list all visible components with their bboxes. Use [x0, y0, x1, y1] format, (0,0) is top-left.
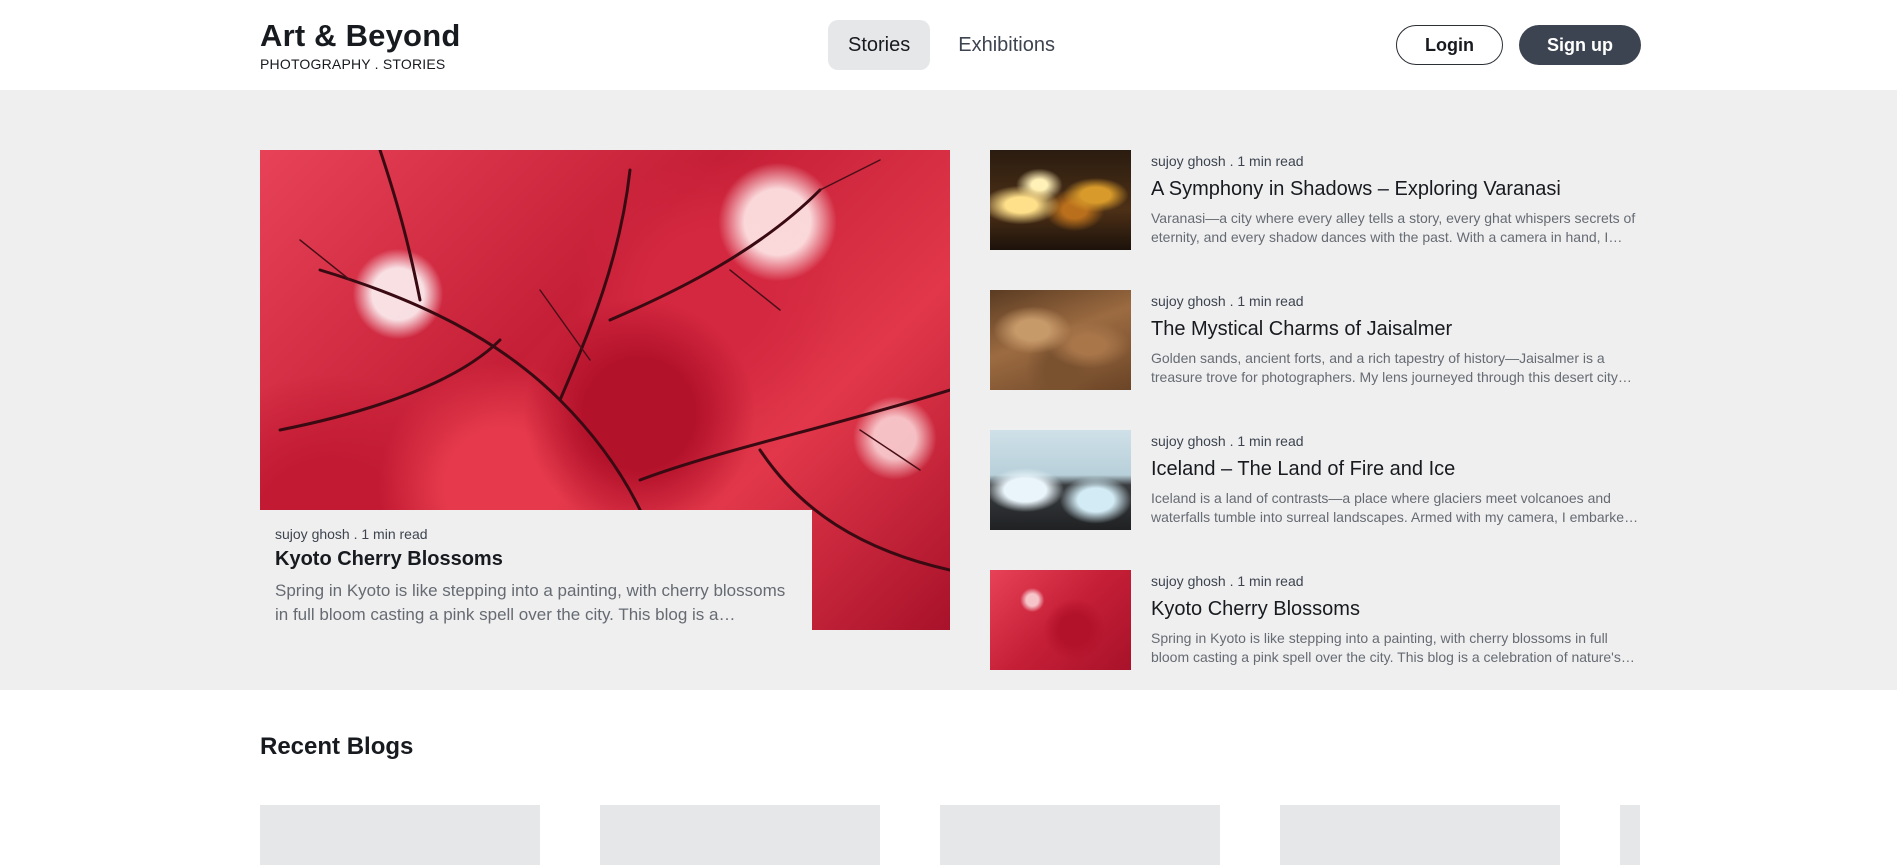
story-excerpt: Spring in Kyoto is like stepping into a …: [1151, 630, 1621, 665]
story-item[interactable]: sujoy ghosh . 1 min read The Mystical Ch…: [990, 290, 1642, 390]
story-body: sujoy ghosh . 1 min read A Symphony in S…: [1151, 153, 1642, 247]
featured-meta: sujoy ghosh . 1 min read: [275, 526, 428, 542]
featured-excerpt: Spring in Kyoto is like stepping into a …: [275, 581, 786, 624]
story-body: sujoy ghosh . 1 min read Iceland – The L…: [1151, 433, 1642, 527]
story-title[interactable]: Kyoto Cherry Blossoms: [1151, 598, 1642, 621]
story-meta: sujoy ghosh . 1 min read: [1151, 433, 1304, 449]
brand-logo[interactable]: Art & Beyond PHOTOGRAPHY . STORIES: [260, 18, 460, 72]
story-meta: sujoy ghosh . 1 min read: [1151, 153, 1304, 169]
recent-blog-card[interactable]: [1620, 805, 1640, 865]
story-item[interactable]: sujoy ghosh . 1 min read A Symphony in S…: [990, 150, 1642, 250]
recent-blog-card[interactable]: [940, 805, 1220, 865]
main-nav: Stories Exhibitions: [828, 20, 1075, 70]
story-meta: sujoy ghosh . 1 min read: [1151, 573, 1304, 589]
tab-exhibitions[interactable]: Exhibitions: [938, 20, 1075, 70]
story-item[interactable]: sujoy ghosh . 1 min read Iceland – The L…: [990, 430, 1642, 530]
story-thumbnail[interactable]: [990, 290, 1131, 390]
story-thumbnail[interactable]: [990, 430, 1131, 530]
login-button[interactable]: Login: [1396, 25, 1503, 65]
brand-title: Art & Beyond: [260, 18, 461, 53]
story-meta: sujoy ghosh . 1 min read: [1151, 293, 1304, 309]
story-item[interactable]: sujoy ghosh . 1 min read Kyoto Cherry Bl…: [990, 570, 1642, 670]
story-body: sujoy ghosh . 1 min read The Mystical Ch…: [1151, 293, 1642, 387]
story-thumbnail[interactable]: [990, 150, 1131, 250]
story-body: sujoy ghosh . 1 min read Kyoto Cherry Bl…: [1151, 573, 1642, 667]
story-thumbnail[interactable]: [990, 570, 1131, 670]
story-excerpt: Iceland is a land of contrasts—a place w…: [1151, 490, 1632, 525]
signup-button[interactable]: Sign up: [1519, 25, 1641, 65]
story-excerpt: Golden sands, ancient forts, and a rich …: [1151, 350, 1618, 385]
recent-blogs-heading: Recent Blogs: [260, 733, 414, 760]
featured-card[interactable]: sujoy ghosh . 1 min read Kyoto Cherry Bl…: [260, 510, 812, 630]
tab-stories[interactable]: Stories: [828, 20, 931, 70]
recent-blog-card[interactable]: [1280, 805, 1560, 865]
site-header: Art & Beyond PHOTOGRAPHY . STORIES Stori…: [0, 0, 1897, 90]
brand-subtitle: PHOTOGRAPHY . STORIES: [260, 56, 446, 72]
featured-title[interactable]: Kyoto Cherry Blossoms: [275, 548, 797, 571]
recent-blog-card[interactable]: [260, 805, 540, 865]
story-excerpt: Varanasi—a city where every alley tells …: [1151, 210, 1636, 245]
story-title[interactable]: The Mystical Charms of Jaisalmer: [1151, 318, 1642, 341]
recent-blog-card[interactable]: [600, 805, 880, 865]
auth-actions: Login Sign up: [1396, 25, 1641, 65]
story-title[interactable]: Iceland – The Land of Fire and Ice: [1151, 458, 1642, 481]
story-title[interactable]: A Symphony in Shadows – Exploring Varana…: [1151, 178, 1642, 201]
